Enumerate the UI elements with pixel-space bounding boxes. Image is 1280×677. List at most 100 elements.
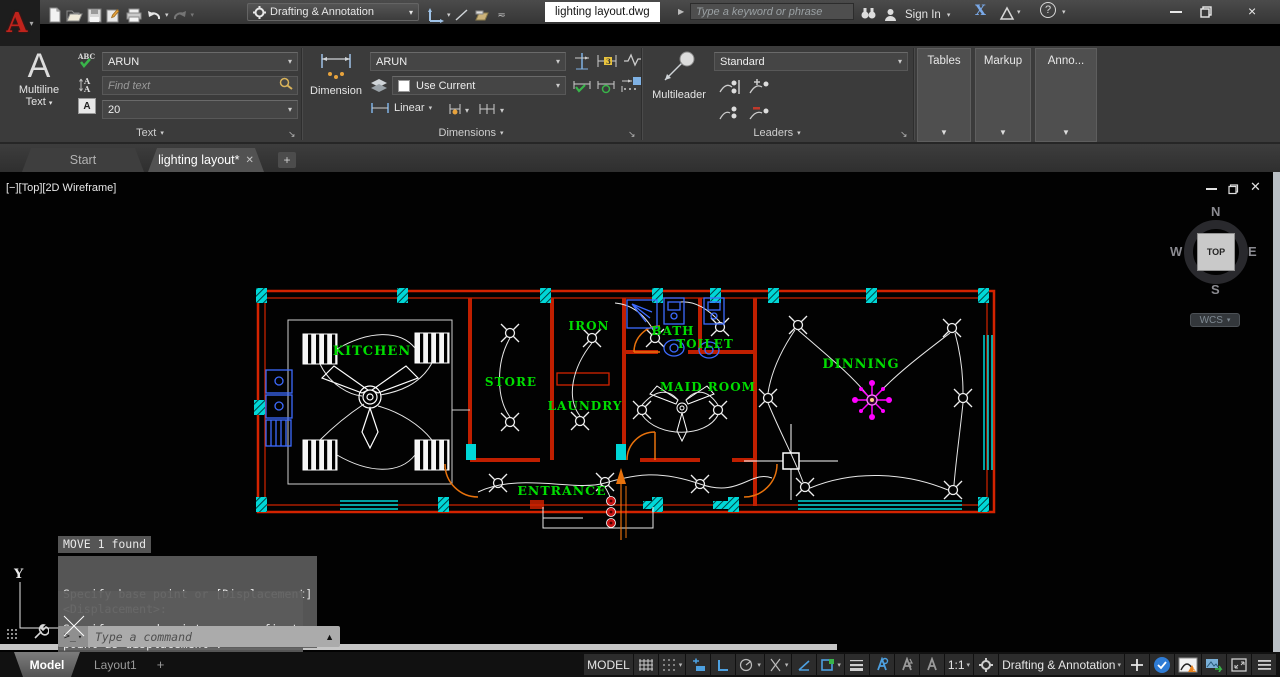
text-panel-label[interactable]: Text▾ xyxy=(0,125,300,141)
grid-display-icon[interactable] xyxy=(634,654,658,675)
help-icon[interactable]: ? xyxy=(1040,2,1056,18)
polar-tracking-icon[interactable]: ▾ xyxy=(736,654,764,675)
minimize-button[interactable] xyxy=(1170,11,1182,13)
ucs-tool-icon[interactable] xyxy=(426,6,446,24)
search-binoculars-icon[interactable] xyxy=(858,4,878,22)
find-text-field[interactable] xyxy=(102,76,298,95)
commandline-wrench-icon[interactable] xyxy=(32,624,49,646)
save-as-icon[interactable] xyxy=(104,6,124,24)
customization-menu-icon[interactable] xyxy=(1252,654,1276,675)
dimensions-panel-label[interactable]: Dimensions▾ xyxy=(302,125,640,141)
new-file-icon[interactable] xyxy=(44,6,64,24)
text-align-icon[interactable]: AA xyxy=(78,76,96,94)
viewcube-top-face[interactable]: TOP xyxy=(1197,233,1235,271)
dim-jog-icon[interactable] xyxy=(622,51,642,69)
continue-dimension-icon[interactable]: ▾ xyxy=(478,102,508,116)
redo-icon[interactable] xyxy=(170,6,190,24)
ortho-mode-icon[interactable] xyxy=(711,654,735,675)
text-height-icon[interactable]: A xyxy=(78,98,96,114)
customize-commandline-icon[interactable] xyxy=(6,628,21,648)
snap-mode-icon[interactable]: ▾ xyxy=(659,654,686,675)
wcs-dropdown[interactable]: WCS▾ xyxy=(1190,313,1240,327)
isometric-drafting-icon[interactable]: ▾ xyxy=(765,654,792,675)
workspace-combo[interactable]: Drafting & Annotation ▾ xyxy=(247,3,419,21)
viewport-controls[interactable]: [−][Top][2D Wireframe] xyxy=(6,182,116,194)
search-box[interactable] xyxy=(690,3,854,20)
annotation-scaling-panel[interactable]: Anno...▼ xyxy=(1035,48,1097,142)
exchange-icon[interactable]: X xyxy=(975,3,986,19)
find-text-input[interactable] xyxy=(103,80,279,92)
open-file-icon[interactable] xyxy=(64,6,84,24)
model-space-tab[interactable]: Model xyxy=(14,652,80,677)
workspace-switcher[interactable]: Drafting & Annotation▾ xyxy=(999,654,1124,675)
command-line[interactable]: >_▾ ▲ xyxy=(58,626,340,647)
undo-icon[interactable] xyxy=(144,6,164,24)
file-tab-start[interactable]: Start xyxy=(22,148,144,172)
multileader-style-combo[interactable]: Standard▾ xyxy=(714,52,908,71)
search-input[interactable] xyxy=(691,6,853,18)
sheet-set-icon[interactable] xyxy=(472,6,492,24)
command-history-toggle-icon[interactable]: ▲ xyxy=(325,632,340,642)
annotation-scale-icon[interactable] xyxy=(920,654,944,675)
undo-dropdown-icon[interactable]: ▾ xyxy=(165,11,169,19)
hardware-acceleration-icon[interactable] xyxy=(1150,654,1174,675)
spell-check-icon[interactable]: ABC xyxy=(76,52,98,68)
dim-edit-icon[interactable]: 3 xyxy=(596,51,618,71)
leaders-panel-label[interactable]: Leaders▾ xyxy=(642,125,912,141)
text-style-combo[interactable]: ARUN▾ xyxy=(102,52,298,71)
dim-layer-icon[interactable] xyxy=(370,78,388,94)
annotation-visibility-icon[interactable] xyxy=(870,654,894,675)
dim-layer-combo[interactable]: Use Current▾ xyxy=(392,76,566,95)
app-store-dropdown-icon[interactable]: ▾ xyxy=(1017,8,1021,16)
sign-in-button[interactable]: Sign In xyxy=(905,9,941,21)
command-input[interactable] xyxy=(88,630,325,644)
drawing-restore-icon[interactable] xyxy=(1228,182,1239,200)
search-expand-icon[interactable]: ▶ xyxy=(678,7,684,16)
kitchen-ceiling-fan[interactable] xyxy=(322,366,418,448)
maid-room-ceiling-fan[interactable] xyxy=(650,386,714,441)
lineweight-icon[interactable] xyxy=(845,654,869,675)
tab-close-icon[interactable]: ✕ xyxy=(245,155,253,166)
vertical-scrollbar[interactable] xyxy=(1273,172,1280,652)
markup-panel[interactable]: Markup▼ xyxy=(975,48,1031,142)
text-height-combo[interactable]: 20▾ xyxy=(102,100,298,119)
dimension-button[interactable]: Dimension xyxy=(306,52,366,97)
find-text-search-icon[interactable] xyxy=(279,77,297,95)
infer-constraints-icon[interactable] xyxy=(686,654,710,675)
layout1-tab[interactable]: Layout1 xyxy=(80,658,151,672)
dim-break-icon[interactable] xyxy=(572,51,592,71)
drawing-canvas[interactable]: [−][Top][2D Wireframe] ✕ N W E S TOP WCS… xyxy=(0,172,1280,652)
remove-leader-icon[interactable] xyxy=(748,104,772,122)
qat-collapse-icon[interactable]: ≂ xyxy=(492,6,512,24)
drawing-close-icon[interactable]: ✕ xyxy=(1250,179,1261,195)
linear-dimension-button[interactable]: Linear▾ xyxy=(370,102,432,114)
ucs-dropdown-icon[interactable]: ▾ xyxy=(447,11,451,19)
align-leaders-icon[interactable] xyxy=(718,78,742,96)
leaders-panel-launcher-icon[interactable]: ↘ xyxy=(900,129,908,140)
dim-update-icon[interactable] xyxy=(596,75,616,95)
sign-in-dropdown-icon[interactable]: ▾ xyxy=(947,11,951,19)
multileader-button[interactable]: Multileader xyxy=(648,50,710,101)
isolate-objects-icon[interactable] xyxy=(1202,654,1226,675)
dim-style-combo[interactable]: ARUN▾ xyxy=(370,52,566,71)
quick-dimension-icon[interactable]: ▾ xyxy=(448,102,472,116)
scale-selector[interactable]: 1:1▾ xyxy=(945,654,973,675)
dim-reassociate-icon[interactable] xyxy=(620,75,642,95)
new-drawing-tab-button[interactable]: + xyxy=(278,152,296,168)
redo-dropdown-icon[interactable]: ▾ xyxy=(191,11,195,19)
plot-icon[interactable] xyxy=(124,6,144,24)
tables-panel[interactable]: Tables▼ xyxy=(917,48,971,142)
new-layout-button[interactable]: + xyxy=(151,657,171,672)
line-tool-icon[interactable] xyxy=(452,6,472,24)
graphics-performance-icon[interactable]: ! xyxy=(1175,654,1201,675)
dim-check-icon[interactable] xyxy=(572,75,592,95)
switch-board[interactable] xyxy=(607,497,616,528)
clean-screen-icon[interactable] xyxy=(1227,654,1251,675)
dimensions-panel-launcher-icon[interactable]: ↘ xyxy=(628,129,636,140)
model-paper-toggle[interactable]: MODEL xyxy=(584,654,633,675)
application-menu-button[interactable]: A▾ xyxy=(0,0,40,46)
close-button[interactable]: × xyxy=(1248,3,1256,19)
file-tab-lighting-layout[interactable]: lighting layout*✕ xyxy=(148,148,264,172)
autoscale-icon[interactable] xyxy=(895,654,919,675)
text-panel-launcher-icon[interactable]: ↘ xyxy=(288,129,296,140)
